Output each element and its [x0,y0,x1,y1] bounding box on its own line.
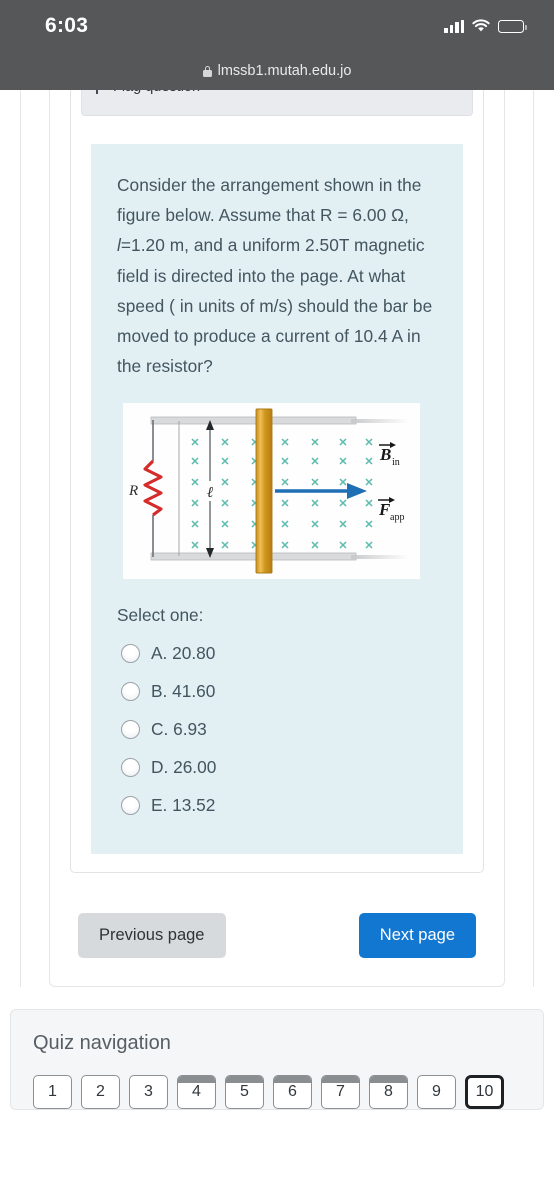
svg-text:✕: ✕ [280,519,289,531]
quiz-nav-item-7[interactable]: 7 [321,1075,360,1110]
flag-question-label: Flag question [113,90,200,95]
quiz-nav-item-6[interactable]: 6 [273,1075,312,1110]
question-text-part2: =1.20 m, and a uniform 2.50T magnetic fi… [117,235,433,377]
svg-text:✕: ✕ [310,456,319,468]
svg-text:✕: ✕ [220,498,229,510]
quiz-navigation-title: Quiz navigation [33,1032,171,1055]
answer-option-d[interactable]: D. 26.00 [117,748,441,786]
svg-text:in: in [392,457,400,468]
answer-option-a[interactable]: A. 20.80 [117,634,441,672]
svg-text:✕: ✕ [280,540,289,552]
lock-icon [202,65,212,77]
flag-icon [96,90,105,94]
svg-text:✕: ✕ [280,437,289,449]
svg-text:✕: ✕ [310,519,319,531]
question-text-part1: Consider the arrangement shown in the fi… [117,175,422,226]
question-text: Consider the arrangement shown in the fi… [117,170,441,381]
url-text: lmssb1.mutah.edu.jo [217,63,352,79]
cellular-signal-icon [444,19,464,33]
outer-region: Flag question Consider the arrangement s… [0,90,554,988]
svg-text:✕: ✕ [338,437,347,449]
svg-text:B: B [379,445,391,464]
svg-text:✕: ✕ [280,456,289,468]
page-body: Flag question Consider the arrangement s… [0,90,554,1111]
next-page-button[interactable]: Next page [358,913,476,959]
svg-text:✕: ✕ [310,498,319,510]
svg-text:✕: ✕ [220,437,229,449]
quiz-nav-item-8[interactable]: 8 [369,1075,408,1110]
radio-button-c[interactable] [121,719,140,739]
select-one-label: Select one: [117,605,204,626]
answer-label-a: A. 20.80 [151,642,216,663]
quiz-nav-item-3[interactable]: 3 [129,1075,168,1110]
answer-option-b[interactable]: B. 41.60 [117,672,441,710]
svg-text:✕: ✕ [190,437,199,449]
ios-status-bar: 6:03 [0,0,554,52]
svg-text:✕: ✕ [190,519,199,531]
answer-label-c: C. 6.93 [151,718,207,739]
status-bar-clock: 6:03 [45,14,89,37]
region-frame: Flag question Consider the arrangement s… [20,90,534,988]
svg-text:R: R [128,483,138,499]
answer-option-c[interactable]: C. 6.93 [117,710,441,748]
svg-text:ℓ: ℓ [207,485,213,501]
radio-button-b[interactable] [121,681,140,701]
radio-button-a[interactable] [121,643,140,663]
previous-page-button[interactable]: Previous page [78,913,226,959]
svg-text:✕: ✕ [220,540,229,552]
svg-text:✕: ✕ [220,477,229,489]
svg-text:✕: ✕ [364,477,373,489]
svg-text:✕: ✕ [338,456,347,468]
quiz-nav-item-4[interactable]: 4 [177,1075,216,1110]
svg-text:✕: ✕ [280,477,289,489]
svg-text:✕: ✕ [338,540,347,552]
svg-text:✕: ✕ [190,456,199,468]
browser-chrome: 6:03 lmssb1.mutah.edu.jo [0,0,554,90]
svg-text:✕: ✕ [220,519,229,531]
wifi-icon [472,19,490,33]
svg-text:✕: ✕ [338,498,347,510]
quiz-nav-item-2[interactable]: 2 [81,1075,120,1110]
radio-button-e[interactable] [121,795,140,815]
svg-text:✕: ✕ [338,477,347,489]
svg-text:✕: ✕ [364,437,373,449]
question-box: Flag question Consider the arrangement s… [70,90,484,874]
answer-label-d: D. 26.00 [151,756,217,777]
flag-question-strip[interactable]: Flag question [81,90,473,116]
question-content: Consider the arrangement shown in the fi… [91,144,463,855]
svg-text:✕: ✕ [190,477,199,489]
answer-label-b: B. 41.60 [151,680,216,701]
svg-text:✕: ✕ [220,456,229,468]
svg-text:✕: ✕ [310,437,319,449]
battery-icon [498,19,527,33]
svg-text:app: app [390,512,404,523]
quiz-nav-item-10[interactable]: 10 [465,1075,504,1110]
quiz-nav-item-5[interactable]: 5 [225,1075,264,1110]
svg-text:✕: ✕ [190,498,199,510]
svg-text:✕: ✕ [364,540,373,552]
radio-button-d[interactable] [121,757,140,777]
svg-text:✕: ✕ [364,498,373,510]
physics-figure: R ✕ ✕ ✕ ✕ ✕ ✕ ✕ ✕ ✕ ✕ ✕ ✕ ✕ ✕ ✕ ✕ ✕ ✕ ✕ ✕ ✕ ✕ ✕ ✕ ✕ ✕ ✕ ✕ ✕ ✕ ✕ ✕ ✕ ✕… [123,403,420,580]
svg-text:✕: ✕ [190,540,199,552]
svg-text:✕: ✕ [310,477,319,489]
quiz-navigation-grid: 1 2 3 4 5 6 7 8 9 10 [33,1075,543,1110]
svg-text:✕: ✕ [280,498,289,510]
quiz-nav-item-9[interactable]: 9 [417,1075,456,1110]
quiz-nav-item-1[interactable]: 1 [33,1075,72,1110]
browser-url-bar[interactable]: lmssb1.mutah.edu.jo [0,52,554,90]
quiz-card: Flag question Consider the arrangement s… [49,90,505,988]
status-bar-icons [444,19,527,33]
answer-label-e: E. 13.52 [151,794,216,815]
svg-text:✕: ✕ [364,456,373,468]
svg-text:✕: ✕ [338,519,347,531]
answer-options: A. 20.80 B. 41.60 C. 6.93 D. 26.00 E. 13… [117,634,441,824]
quiz-navigation-panel: Quiz navigation 1 2 3 4 5 6 7 8 9 10 [10,1009,544,1111]
answer-option-e[interactable]: E. 13.52 [117,786,441,824]
svg-text:✕: ✕ [310,540,319,552]
svg-text:✕: ✕ [364,519,373,531]
page-navigation-buttons: Previous page Next page [78,913,476,959]
quiz-navigation-section: Quiz navigation 1 2 3 4 5 6 7 8 9 10 [10,1009,544,1111]
